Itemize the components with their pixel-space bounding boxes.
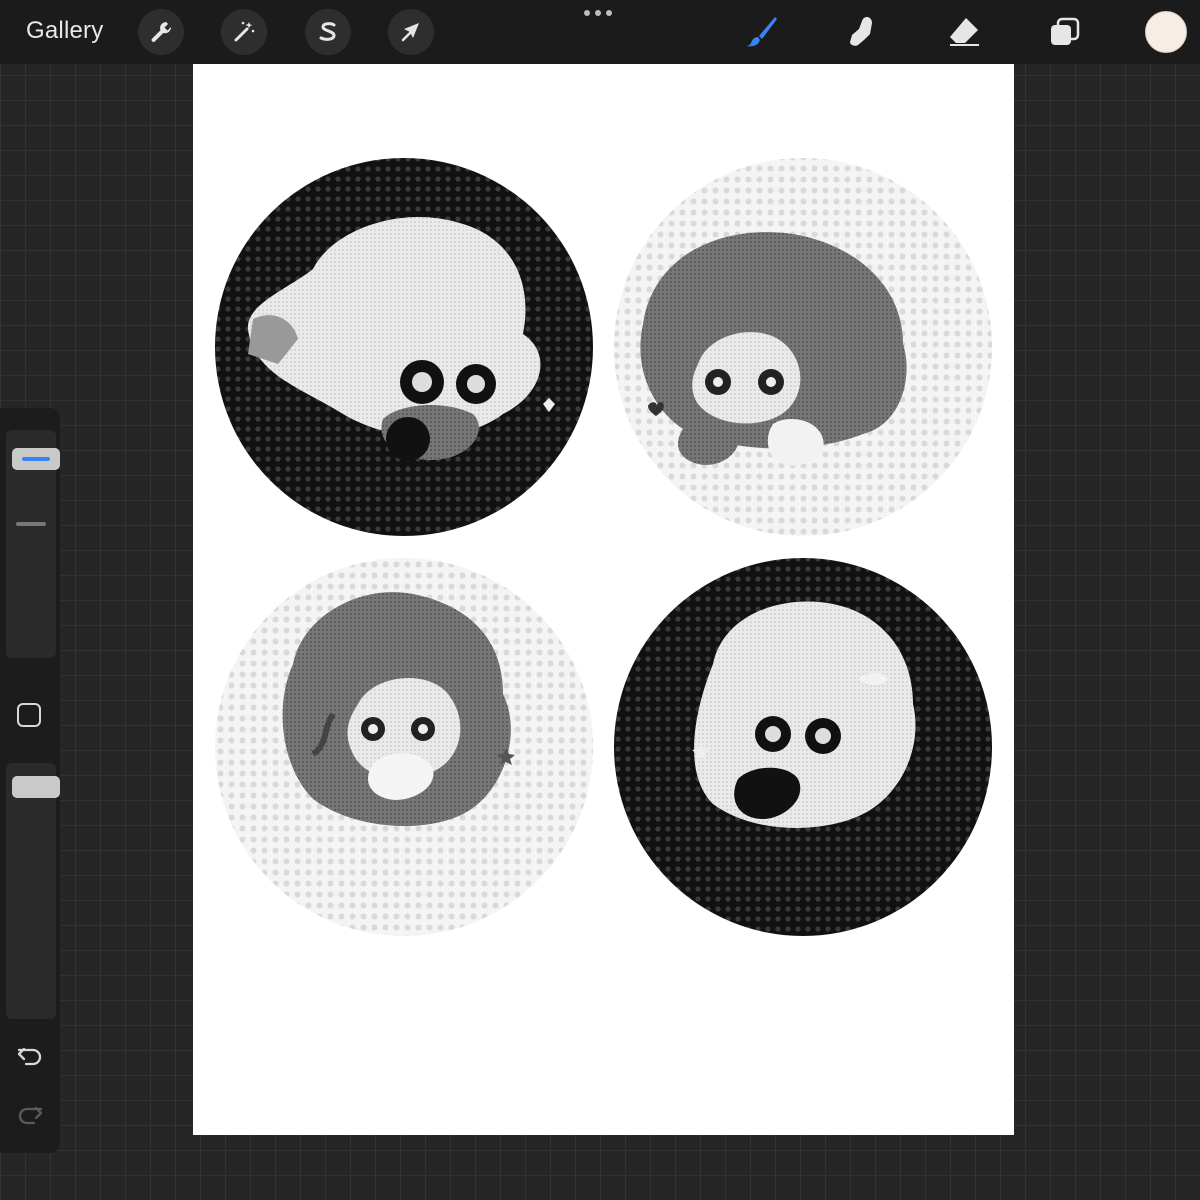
smudge-tool[interactable] — [843, 12, 883, 52]
brush-tool[interactable] — [742, 12, 782, 52]
undo-icon[interactable] — [16, 1044, 44, 1068]
brush-size-thumb[interactable] — [12, 448, 60, 470]
artwork — [215, 158, 992, 936]
left-sidebar — [0, 408, 60, 1153]
layers-icon — [1051, 17, 1080, 45]
transform-button[interactable] — [388, 9, 434, 55]
brush-size-marker — [16, 522, 46, 526]
badge-light-1[interactable] — [614, 158, 992, 536]
selection-button[interactable] — [305, 9, 351, 55]
badge-light-2[interactable] — [215, 558, 593, 936]
drawing-canvas[interactable] — [193, 64, 1014, 1135]
eraser-icon — [950, 18, 979, 46]
magic-wand-icon — [234, 21, 255, 42]
adjustments-button[interactable] — [221, 9, 267, 55]
arrow-cursor-icon — [401, 23, 419, 42]
modify-button[interactable] — [17, 703, 41, 727]
brush-size-slider[interactable] — [6, 430, 60, 658]
more-options-icon[interactable] — [584, 10, 612, 16]
opacity-slider[interactable] — [6, 763, 60, 1019]
badge-dark-1[interactable] — [215, 158, 593, 536]
brush-icon — [746, 17, 777, 47]
actions-button[interactable] — [138, 9, 184, 55]
top-toolbar: Gallery — [0, 0, 1200, 64]
redo-icon[interactable] — [16, 1103, 44, 1127]
brush-size-indicator — [22, 457, 50, 461]
eraser-tool[interactable] — [944, 12, 984, 52]
smudge-finger-icon — [850, 17, 872, 46]
selection-s-icon — [319, 22, 336, 41]
color-picker-button[interactable] — [1145, 11, 1187, 53]
badge-dark-2[interactable] — [614, 558, 992, 936]
gallery-button[interactable]: Gallery — [26, 17, 103, 45]
opacity-thumb[interactable] — [12, 776, 60, 798]
layers-tool[interactable] — [1045, 12, 1085, 52]
wrench-icon — [151, 22, 172, 42]
